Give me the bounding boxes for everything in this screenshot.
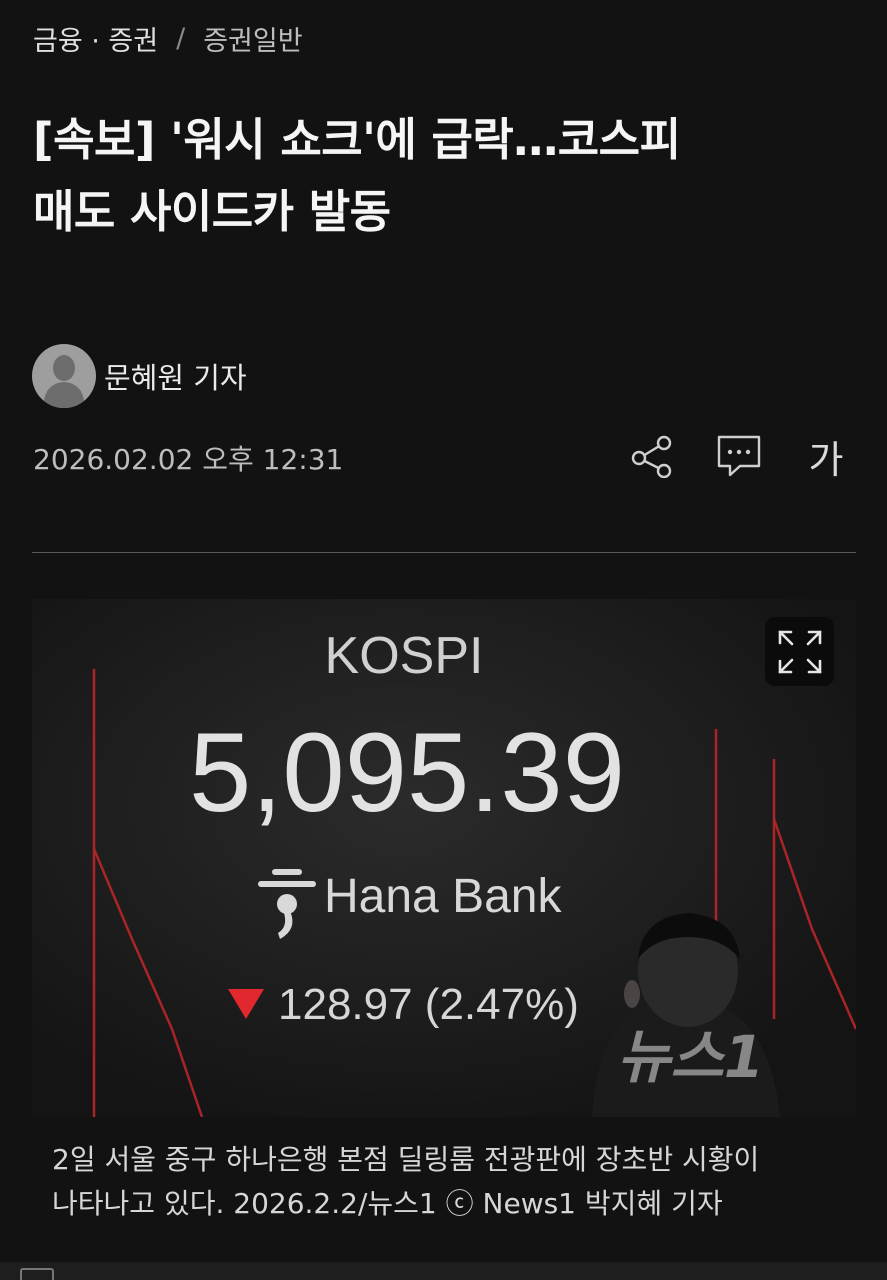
- divider: [32, 552, 856, 553]
- article-meta: 2026.02.02 오후 12:31 가: [33, 434, 853, 482]
- share-icon: [631, 435, 672, 478]
- caption-line-2: 나타나고 있다. 2026.2.2/뉴스1 ⓒ News1 박지혜 기자: [52, 1187, 723, 1220]
- breadcrumb-category[interactable]: 금융 · 증권: [33, 19, 158, 58]
- svg-text:뉴스1: 뉴스1: [617, 1023, 764, 1091]
- headline-line-2: 매도 사이드카 발동: [33, 185, 391, 238]
- breadcrumb-subcategory[interactable]: 증권일반: [203, 19, 302, 58]
- change-value: 128.97 (2.47%): [278, 980, 579, 1029]
- photo-caption: 2일 서울 중구 하나은행 본점 딜링룸 전광판에 장초반 시황이 나타나고 있…: [52, 1138, 842, 1226]
- news1-watermark: 뉴스1: [617, 1023, 764, 1091]
- comment-button[interactable]: [714, 434, 764, 478]
- breadcrumb-separator: /: [176, 22, 186, 54]
- caption-line-1: 2일 서울 중구 하나은행 본점 딜링룸 전광판에 장초반 시황이: [52, 1143, 760, 1176]
- font-size-button[interactable]: 가: [801, 434, 851, 482]
- headline-line-1: [속보] '워시 쇼크'에 급락…코스피: [33, 113, 681, 166]
- publish-date: 2026.02.02 오후 12:31: [33, 443, 344, 476]
- article-headline: [속보] '워시 쇼크'에 급락…코스피 매도 사이드카 발동: [33, 104, 853, 248]
- bottom-bar: [0, 1262, 887, 1280]
- author-name[interactable]: 문혜원 기자: [104, 355, 247, 397]
- comment-icon: [717, 435, 761, 477]
- avatar: [32, 344, 96, 408]
- article-photo[interactable]: KOSPI 5,095.39 Hana Bank 128.97 (2.47%) …: [32, 599, 856, 1117]
- expand-icon: [778, 630, 821, 673]
- expand-photo-button[interactable]: [765, 617, 834, 686]
- board-title: KOSPI: [325, 627, 484, 685]
- author-block[interactable]: 문혜원 기자: [32, 344, 247, 408]
- share-button[interactable]: [628, 434, 678, 478]
- index-value: 5,095.39: [189, 710, 625, 835]
- breadcrumb: 금융 · 증권 / 증권일반: [33, 18, 303, 58]
- bank-name: Hana Bank: [324, 870, 562, 923]
- bottom-tab-icon[interactable]: [20, 1268, 54, 1280]
